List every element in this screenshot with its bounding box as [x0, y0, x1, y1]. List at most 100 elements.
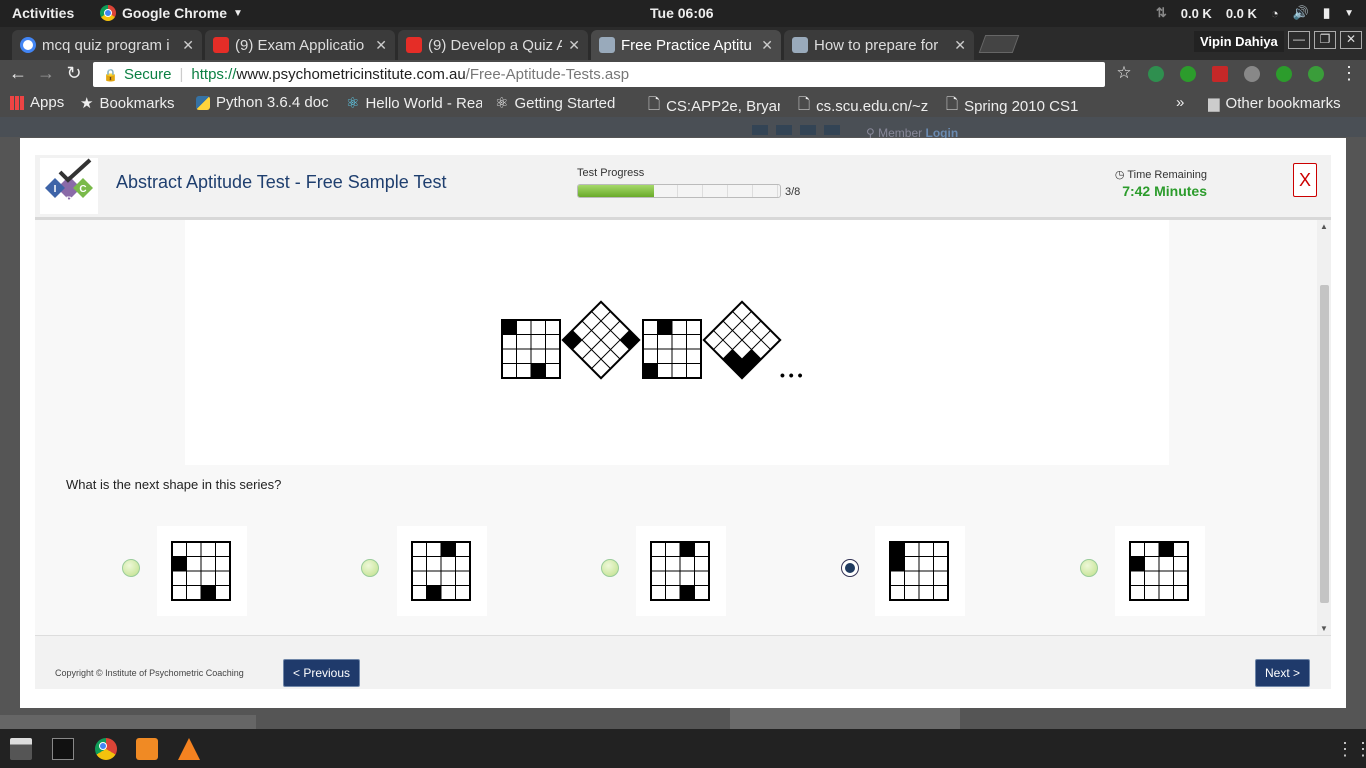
new-tab-button[interactable]	[978, 35, 1020, 53]
app-menu[interactable]: Google Chrome ▼	[100, 5, 243, 21]
other-bookmarks[interactable]: ▆ Other bookmarks	[1208, 94, 1341, 113]
bookmark-label: cs.scu.edu.cn/~z	[816, 98, 929, 115]
extension-icon[interactable]	[1180, 66, 1196, 82]
option-2-radio[interactable]	[361, 559, 379, 577]
shape-series: • • •	[501, 300, 803, 383]
option-1-shape[interactable]	[157, 526, 247, 616]
system-tray[interactable]: ⇅ 0.0 K 0.0 K ◔ 🔊 ▮ ▼	[1156, 5, 1354, 21]
taskbar-dock: ⋮⋮	[0, 729, 1366, 768]
previous-button[interactable]: < Previous	[283, 659, 361, 687]
folder-icon: ▆	[1208, 95, 1220, 112]
shield-icon[interactable]	[1244, 66, 1260, 82]
app-name: Google Chrome	[122, 5, 228, 21]
series-shape-1	[501, 319, 561, 379]
terminal-icon[interactable]	[52, 738, 74, 760]
extension-icon[interactable]	[1212, 66, 1228, 82]
close-test-button[interactable]: X	[1293, 163, 1317, 197]
modal-title: Abstract Aptitude Test - Free Sample Tes…	[116, 172, 447, 192]
next-button[interactable]: Next >	[1255, 659, 1311, 687]
browser-tab[interactable]: How to prepare for ✕	[784, 30, 974, 60]
net-up-speed: 0.0 K	[1180, 5, 1212, 21]
series-ellipsis: • • •	[780, 367, 803, 383]
volume-icon: 🔊	[1292, 5, 1309, 20]
svg-text:P: P	[66, 195, 72, 205]
address-bar[interactable]: 🔒 Secure | https:// www.psychometricinst…	[93, 62, 1105, 87]
app-grid-icon[interactable]: ⋮⋮	[1336, 738, 1366, 760]
react-icon: ⚛	[495, 95, 509, 112]
omnibox-separator: |	[179, 66, 184, 83]
scrollbar-thumb[interactable]	[1320, 285, 1329, 603]
extension-icon[interactable]	[1148, 66, 1164, 82]
close-icon[interactable]: ✕	[182, 37, 194, 54]
option-5-radio[interactable]	[1080, 559, 1098, 577]
bookmark-python[interactable]: Python 3.6.4 doc	[196, 94, 332, 111]
bookmark-apps[interactable]: Apps	[10, 94, 64, 111]
time-remaining-label: ◷ Time Remaining	[1112, 168, 1207, 181]
bookmark-spring-2010[interactable]: 🗋 Spring 2010 CS1	[946, 94, 1082, 119]
chevron-down-icon: ▼	[1344, 7, 1354, 19]
tab-title: (9) Exam Applicatio	[235, 36, 365, 54]
react-icon: ⚛	[346, 95, 360, 112]
extension-icon[interactable]	[1308, 66, 1324, 82]
browser-tab-active[interactable]: Free Practice Aptitu ✕	[591, 30, 781, 60]
close-icon[interactable]: ✕	[568, 37, 580, 54]
browser-tab[interactable]: (9) Exam Applicatio ✕	[205, 30, 395, 60]
bookmarks-overflow-button[interactable]: »	[1176, 94, 1184, 111]
close-icon[interactable]: ✕	[761, 37, 773, 54]
bookmark-getting-started[interactable]: ⚛ Getting Started	[495, 94, 631, 113]
minimize-icon[interactable]: —	[1288, 31, 1310, 49]
modal-footer: Copyright © Institute of Psychometric Co…	[35, 635, 1331, 689]
tab-title: Free Practice Aptitu	[621, 36, 752, 54]
browser-tab[interactable]: mcq quiz program i ✕	[12, 30, 202, 60]
scroll-up-icon[interactable]: ▲	[1320, 222, 1328, 231]
bookmark-hello-world[interactable]: ⚛ Hello World - Rea	[346, 94, 482, 113]
network-arrows-icon: ⇅	[1155, 5, 1167, 20]
chrome-icon	[100, 5, 116, 21]
bookmark-scu[interactable]: 🗋 cs.scu.edu.cn/~z	[798, 94, 930, 119]
chevron-down-icon: ▼	[233, 7, 243, 19]
restore-icon[interactable]: ❐	[1314, 31, 1336, 49]
option-1-radio[interactable]	[122, 559, 140, 577]
battery-icon: ▮	[1322, 5, 1331, 20]
option-4-radio-selected[interactable]	[841, 559, 859, 577]
menu-kebab-icon[interactable]: ⋮	[1338, 63, 1360, 84]
reload-icon[interactable]: ↻	[63, 63, 85, 84]
clock[interactable]: Tue 06:06	[650, 5, 714, 21]
time-remaining: ◷ Time Remaining 7:42 Minutes	[1112, 168, 1207, 199]
close-icon[interactable]: ✕	[375, 37, 387, 54]
modal-scrollbar[interactable]: ▲ ▼	[1317, 220, 1331, 635]
bookmark-csapp[interactable]: 🗋 CS:APP2e, Bryan	[648, 94, 780, 119]
bookmark-label: CS:APP2e, Bryan	[666, 98, 780, 115]
bookmark-bookmarks[interactable]: ★ Bookmarks	[80, 94, 174, 113]
net-down-speed: 0.0 K	[1225, 5, 1257, 21]
close-icon[interactable]: ✕	[954, 37, 966, 54]
vlc-icon[interactable]	[178, 738, 200, 760]
activities-button[interactable]: Activities	[12, 5, 74, 21]
test-progress: Test Progress 3/8	[577, 167, 800, 198]
close-window-icon[interactable]: ✕	[1340, 31, 1362, 49]
extension-icon[interactable]	[1276, 66, 1292, 82]
svg-text:C: C	[79, 184, 86, 195]
option-5-shape[interactable]	[1115, 526, 1205, 616]
option-3-shape[interactable]	[636, 526, 726, 616]
option-4-shape[interactable]	[875, 526, 965, 616]
forward-arrow-icon[interactable]: →	[35, 63, 57, 84]
profile-button[interactable]: Vipin Dahiya	[1194, 31, 1284, 52]
system-top-bar: Activities Google Chrome ▼ Tue 06:06 ⇅ 0…	[0, 0, 1366, 27]
modal-header: I P C Abstract Aptitude Test - Free Samp…	[35, 155, 1331, 220]
modal-body: • • • What is the next shape in this ser…	[35, 220, 1331, 635]
browser-tab[interactable]: (9) Develop a Quiz A ✕	[398, 30, 588, 60]
share-save-bar	[0, 715, 256, 729]
star-icon[interactable]: ☆	[1113, 63, 1135, 83]
option-3-radio[interactable]	[601, 559, 619, 577]
sublime-text-icon[interactable]	[136, 738, 158, 760]
scroll-down-icon[interactable]: ▼	[1320, 624, 1328, 633]
files-icon[interactable]	[10, 738, 32, 760]
google-icon	[20, 37, 36, 53]
option-2-shape[interactable]	[397, 526, 487, 616]
series-shape-4	[702, 300, 782, 380]
bookmark-label: Python 3.6.4 doc	[216, 94, 329, 111]
back-arrow-icon[interactable]: ←	[7, 63, 29, 84]
chrome-icon[interactable]	[95, 738, 117, 760]
url-path: /Free-Aptitude-Tests.asp	[465, 66, 630, 83]
